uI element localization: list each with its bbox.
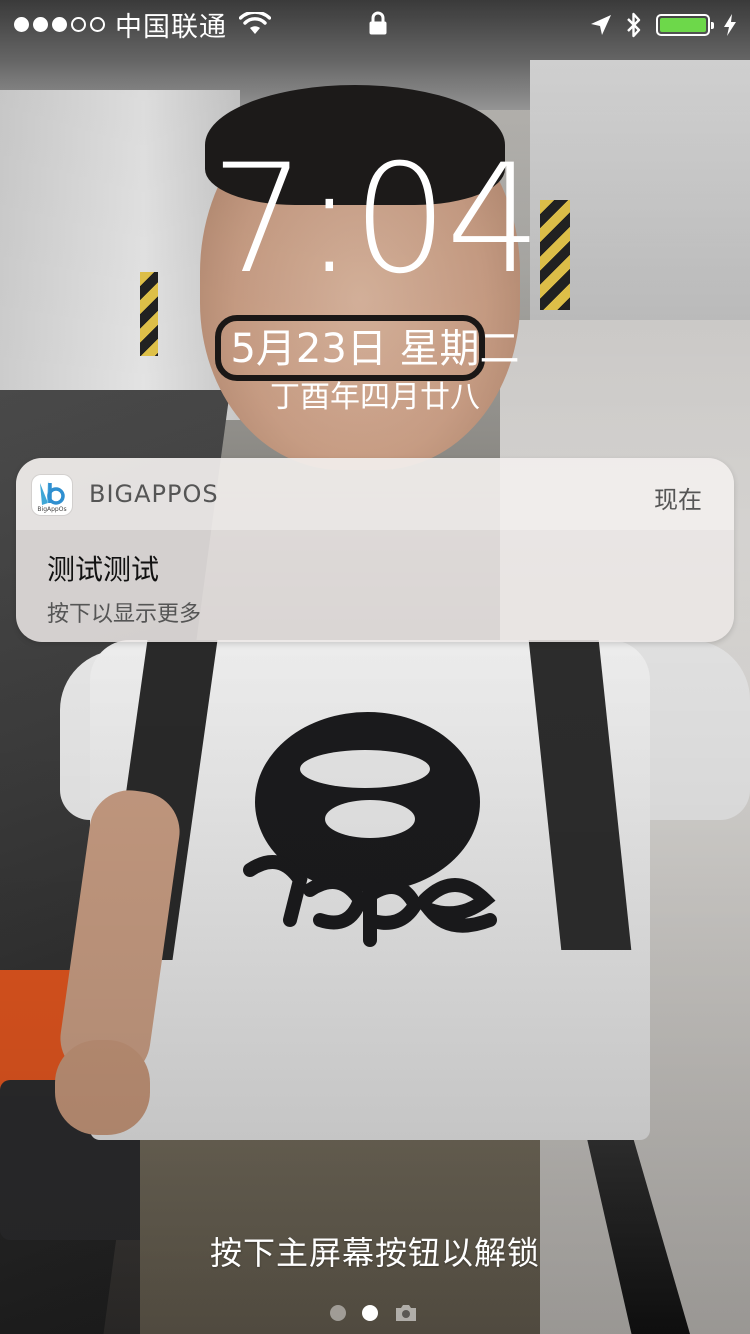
notification-time: 现在 [654,486,702,514]
status-bar-right [590,8,736,42]
camera-icon[interactable] [394,1303,418,1323]
status-bar-left: 中国联通 [14,6,271,43]
location-arrow-icon [591,15,611,35]
unlock-hint: 按下主屏幕按钮以解锁 [209,1234,540,1272]
signal-dot [71,16,86,32]
signal-dot [33,16,48,32]
wifi-icon [239,12,271,34]
notification-title: 测试测试 [47,553,160,586]
bluetooth-icon [627,12,641,38]
lock-icon [369,11,387,35]
lockscreen-date: 5月23日 星期二 [230,326,520,372]
app-icon-caption: BigAppOs [37,506,67,513]
signal-strength-icon [14,16,105,32]
lockscreen-time: 7:04 [210,133,542,307]
notification-body: 测试测试 按下以显示更多 [16,530,734,628]
carrier-name: 中国联通 [115,11,227,43]
battery-level-fill [660,18,706,32]
notification-card[interactable]: BigAppOs BIGAPPOS 现在 测试测试 按下以显示更多 [16,458,734,642]
page-dot-active[interactable] [362,1305,378,1321]
status-bar: 中国联通 [0,0,750,48]
lockscreen-lunar-date: 丁酉年四月廿八 [270,380,480,415]
page-dot[interactable] [330,1305,346,1321]
charging-icon [724,14,736,36]
signal-dot [90,16,105,32]
notification-header: BigAppOs BIGAPPOS 现在 [16,458,734,530]
page-indicator[interactable] [330,1303,418,1323]
notification-app-name: BIGAPPOS [89,480,219,508]
app-icon: BigAppOs [32,475,72,515]
signal-dot [52,16,67,32]
battery-icon [656,14,714,36]
signal-dot [14,16,29,32]
notification-subtitle: 按下以显示更多 [47,602,202,627]
